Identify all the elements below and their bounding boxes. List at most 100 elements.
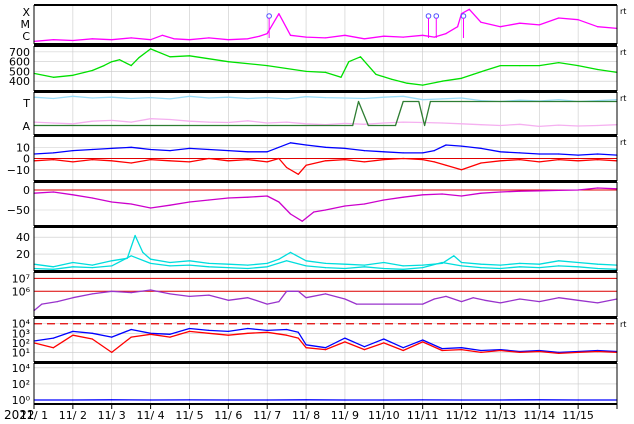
point-low-energy-0-14 xyxy=(577,399,579,401)
point-xray-0-12 xyxy=(247,38,249,40)
point-proton-flux-0-4 xyxy=(111,336,113,338)
x-tick-5: 11/ 6 xyxy=(214,409,242,422)
point-proton-flux-0-8 xyxy=(188,327,191,330)
point-mag-sector-0-22 xyxy=(460,97,463,99)
point-kp-0-18 xyxy=(324,262,327,264)
point-proton-flux-0-19 xyxy=(383,338,385,340)
panel-proton-flux-bg xyxy=(34,318,617,362)
point-kp-1-5 xyxy=(130,255,132,257)
point-mag-sector-1-23 xyxy=(480,124,482,126)
point-proton-flux-0-11 xyxy=(247,327,249,330)
point-mag-sector-0-13 xyxy=(286,98,288,100)
point-proton-flux-1-19 xyxy=(383,342,385,344)
point-solar-wind-speed-0-4 xyxy=(103,65,105,67)
point-proton-flux-1-26 xyxy=(519,351,521,353)
point-electron-flux-0-18 xyxy=(324,293,327,295)
point-kp-1-9 xyxy=(208,266,210,268)
point-solar-wind-speed-0-26 xyxy=(484,69,486,72)
point-xray-0-29 xyxy=(480,21,482,23)
point-low-energy-0-6 xyxy=(266,399,268,401)
point-kp-0-10 xyxy=(188,260,191,262)
point-imf-bz-1-15 xyxy=(297,173,299,175)
ytick-solar-wind-speed-3: 400 xyxy=(9,75,30,88)
point-xray-0-4 xyxy=(111,39,113,41)
point-xray-0-28 xyxy=(468,8,470,10)
point-dst-0-28 xyxy=(538,190,540,192)
point-mag-sector-0-1 xyxy=(52,97,55,100)
space-weather-chart: XMCrt700600500400rtTArt100−10rt0−5040201… xyxy=(4,4,626,422)
ytick-electron-flux-0: 10⁷ xyxy=(12,272,30,285)
point-solar-wind-speed-0-13 xyxy=(266,65,268,67)
point-kp-0-23 xyxy=(422,264,424,266)
point-solar-wind-speed-0-12 xyxy=(227,61,229,63)
point-electron-flux-0-12 xyxy=(247,297,249,299)
point-xray-0-17 xyxy=(305,36,307,38)
point-proton-flux-1-12 xyxy=(266,331,268,333)
point-mag-sector-1-7 xyxy=(169,118,171,121)
point-proton-flux-0-14 xyxy=(297,331,299,333)
point-mag-sector-0-8 xyxy=(188,95,191,97)
point-low-energy-0-11 xyxy=(460,399,463,401)
point-kp-1-16 xyxy=(344,267,346,270)
point-proton-flux-0-2 xyxy=(72,330,74,332)
x-tick-2: 11/ 3 xyxy=(98,409,126,422)
point-kp-1-28 xyxy=(577,266,579,268)
point-electron-flux-0-11 xyxy=(227,299,229,301)
point-kp-0-33 xyxy=(597,263,599,265)
point-mag-sector-1-14 xyxy=(305,123,307,125)
point-imf-bz-1-21 xyxy=(402,157,404,160)
point-proton-flux-1-21 xyxy=(422,341,424,343)
point-kp-1-18 xyxy=(383,267,385,270)
point-imf-bz-1-13 xyxy=(278,157,280,160)
point-dst-0-10 xyxy=(227,197,229,199)
point-proton-flux-1-10 xyxy=(227,334,229,336)
point-solar-wind-speed-0-15 xyxy=(324,71,327,73)
point-xray-0-7 xyxy=(161,34,163,36)
point-electron-flux-0-2 xyxy=(56,301,58,303)
point-imf-bz-1-28 xyxy=(519,159,521,161)
point-proton-flux-1-8 xyxy=(188,330,191,332)
point-mag-sector-2-7 xyxy=(424,124,426,127)
point-proton-flux-0-21 xyxy=(422,339,424,341)
point-proton-flux-0-20 xyxy=(402,347,404,349)
point-xray-0-32 xyxy=(538,24,540,26)
point-xray-0-23 xyxy=(422,34,424,36)
point-kp-0-17 xyxy=(305,260,307,262)
x-tick-9: 11/10 xyxy=(368,409,400,422)
point-kp-1-20 xyxy=(422,267,424,269)
point-proton-flux-1-5 xyxy=(130,336,132,338)
point-mag-sector-2-8 xyxy=(429,100,431,103)
point-imf-bz-1-6 xyxy=(150,159,152,161)
point-electron-flux-0-20 xyxy=(356,303,358,305)
point-imf-bz-0-27 xyxy=(519,152,521,154)
point-proton-flux-0-22 xyxy=(441,348,443,350)
point-imf-bz-0-15 xyxy=(305,144,307,146)
ytick-proton-flux-3: 10¹ xyxy=(12,346,30,359)
point-dst-0-6 xyxy=(150,207,152,209)
point-solar-wind-speed-0-21 xyxy=(406,82,408,84)
point-mag-sector-0-11 xyxy=(247,97,249,100)
point-imf-bz-1-23 xyxy=(433,161,435,163)
point-kp-0-3 xyxy=(91,264,93,266)
rt-marker-mag-sector: rt xyxy=(620,94,626,103)
point-imf-bz-0-26 xyxy=(499,151,501,153)
point-low-energy-0-10 xyxy=(422,399,424,401)
point-solar-wind-speed-0-29 xyxy=(538,65,540,67)
point-kp-1-14 xyxy=(305,265,307,267)
point-imf-bz-0-2 xyxy=(72,150,74,152)
rt-marker-solar-wind-speed: rt xyxy=(620,48,626,57)
point-imf-bz-1-26 xyxy=(480,162,482,164)
point-solar-wind-speed-0-3 xyxy=(91,69,93,72)
point-proton-flux-1-15 xyxy=(305,347,307,349)
point-solar-wind-speed-0-8 xyxy=(138,57,140,59)
point-dst-0-18 xyxy=(344,205,346,207)
point-low-energy-0-3 xyxy=(150,399,152,401)
point-dst-0-11 xyxy=(247,196,249,198)
point-solar-wind-speed-0-27 xyxy=(499,65,501,67)
point-imf-bz-1-31 xyxy=(577,160,579,162)
point-solar-wind-speed-0-31 xyxy=(577,65,579,67)
point-imf-bz-0-6 xyxy=(150,148,152,151)
point-mag-sector-1-19 xyxy=(402,121,404,123)
ytick-xray-2: C xyxy=(22,30,30,43)
point-imf-bz-0-3 xyxy=(91,148,93,151)
